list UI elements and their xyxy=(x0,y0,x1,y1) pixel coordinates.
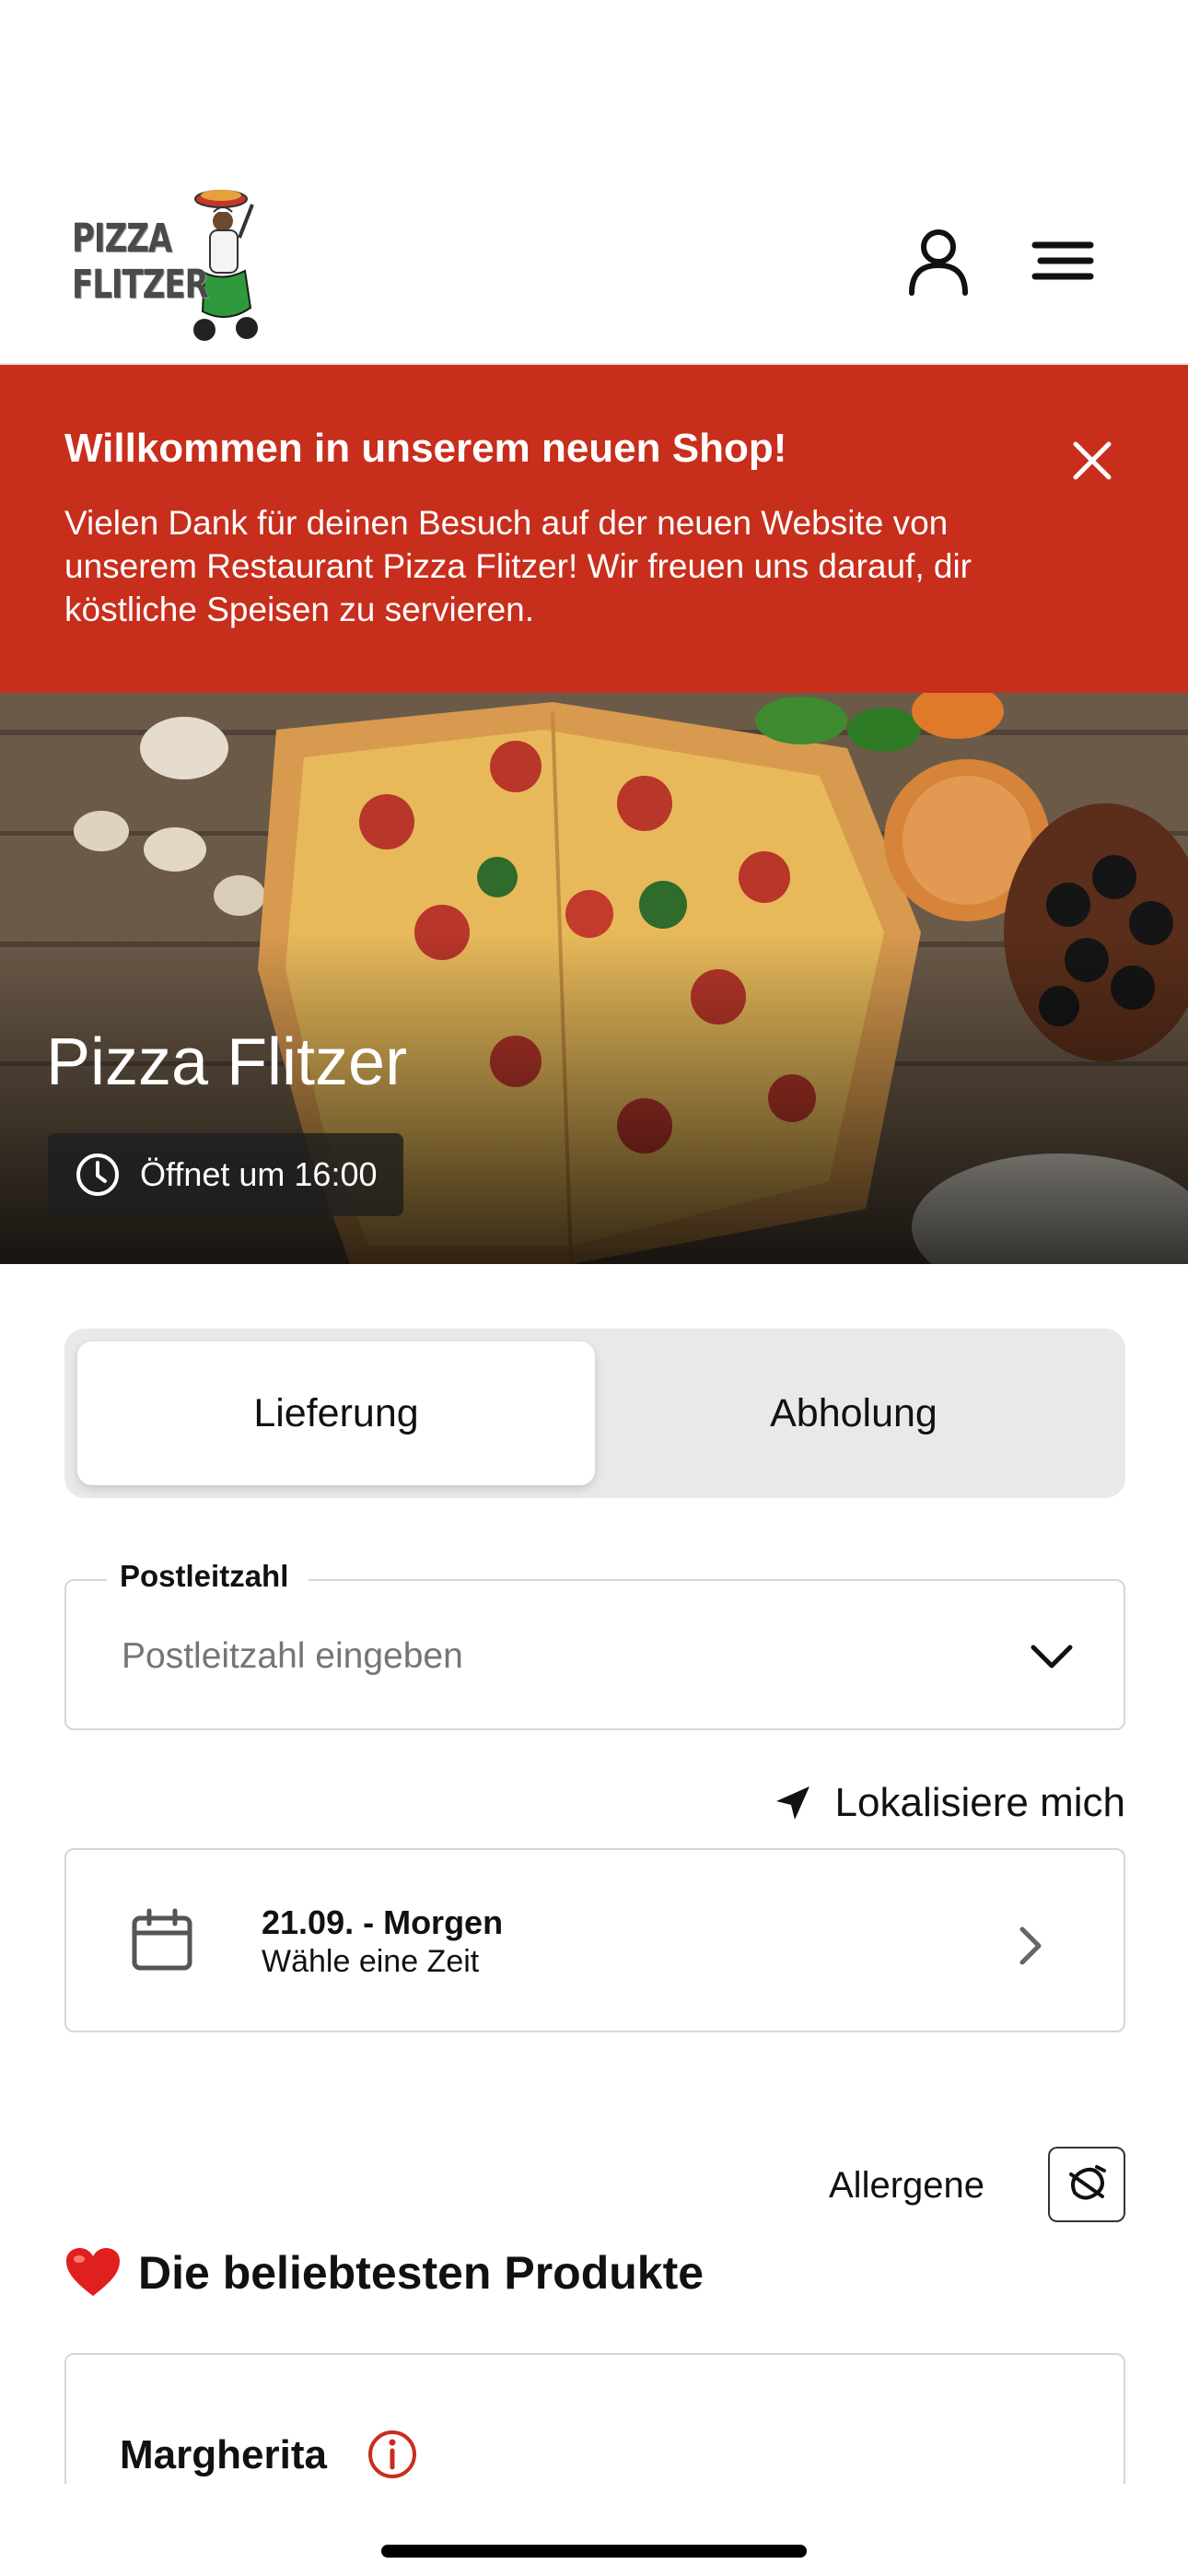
product-name: Margherita xyxy=(120,2432,327,2477)
opening-status-text: Öffnet um 16:00 xyxy=(140,1155,378,1193)
bottom-safe-area xyxy=(0,2484,1188,2576)
time-hint: Wähle eine Zeit xyxy=(262,1944,480,1979)
chevron-right-icon xyxy=(1019,1926,1042,1965)
allergen-filter-icon xyxy=(1069,2165,1106,2200)
menu-button[interactable] xyxy=(1022,219,1105,302)
chevron-down-icon xyxy=(1031,1645,1073,1669)
postal-code-field[interactable]: Postleitzahl xyxy=(64,1559,1125,1730)
tab-pickup[interactable]: Abholung xyxy=(595,1341,1112,1485)
heart-icon xyxy=(66,2248,120,2296)
postal-code-dropdown[interactable] xyxy=(1024,1633,1079,1679)
locate-me-label: Lokalisiere mich xyxy=(834,1780,1125,1825)
info-icon[interactable] xyxy=(367,2429,418,2480)
selected-date: 21.09. - Morgen xyxy=(262,1903,504,1941)
popular-products-title: Die beliebtesten Produkte xyxy=(138,2247,705,2299)
postal-code-label: Postleitzahl xyxy=(107,1559,309,1594)
banner-text: Vielen Dank für deinen Besuch auf der ne… xyxy=(64,504,972,628)
clock-icon xyxy=(76,1153,119,1196)
hero-section: Pizza Flitzer Öffnet um 16:00 xyxy=(0,693,1188,1264)
profile-button[interactable] xyxy=(897,219,980,302)
welcome-banner: Willkommen in unserem neuen Shop! Vielen… xyxy=(0,365,1188,693)
calendar-icon xyxy=(132,1908,192,1971)
locate-me-button[interactable]: Lokalisiere mich xyxy=(755,1771,1125,1835)
location-arrow-icon xyxy=(775,1786,809,1820)
user-icon xyxy=(909,229,968,296)
allergens-button[interactable] xyxy=(1048,2147,1125,2222)
banner-close-button[interactable] xyxy=(1065,433,1120,488)
order-mode-toggle: Lieferung Abholung xyxy=(64,1329,1125,1498)
date-time-picker[interactable]: 21.09. - Morgen Wähle eine Zeit xyxy=(64,1848,1125,2032)
banner-title: Willkommen in unserem neuen Shop! xyxy=(64,426,787,471)
tab-delivery[interactable]: Lieferung xyxy=(77,1341,595,1485)
popular-products-heading: Die beliebtesten Produkte xyxy=(64,2246,704,2300)
restaurant-name: Pizza Flitzer xyxy=(46,1025,408,1099)
allergens-label: Allergene xyxy=(829,2165,985,2206)
app-header: PIZZA FLITZER xyxy=(0,0,1188,365)
opening-status-badge: Öffnet um 16:00 xyxy=(48,1133,403,1216)
postal-code-input[interactable] xyxy=(122,1636,950,1677)
pizza-flitzer-logo[interactable]: PIZZA FLITZER xyxy=(66,173,287,348)
menu-icon xyxy=(1031,241,1094,280)
home-indicator[interactable] xyxy=(381,2545,807,2558)
logo-text: PIZZA FLITZER xyxy=(72,216,209,308)
close-icon xyxy=(1073,441,1112,480)
